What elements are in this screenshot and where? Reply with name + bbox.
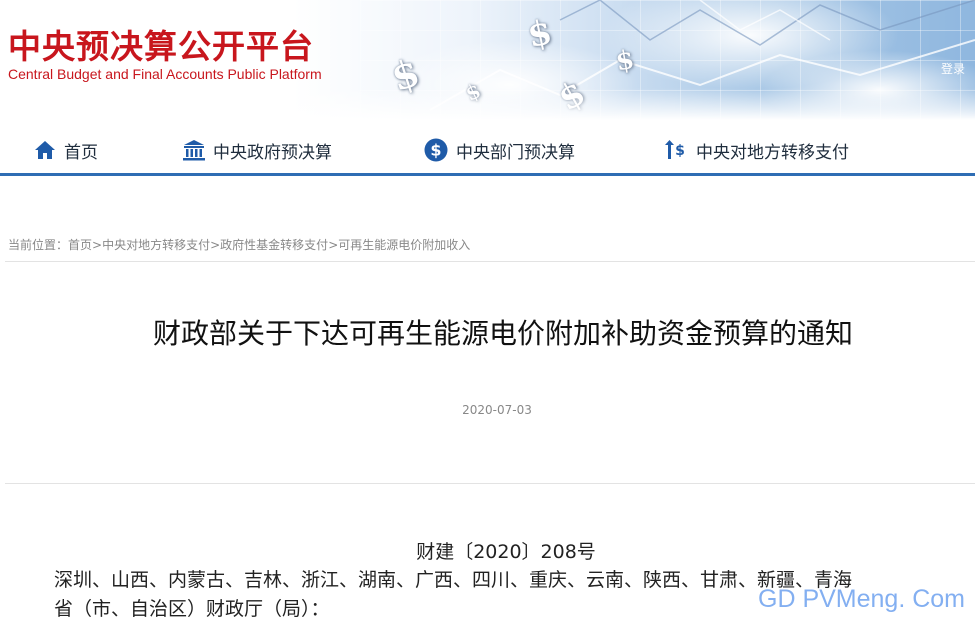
breadcrumb: 当前位置：首页>中央对地方转移支付>政府性基金转移支付>可再生能源电价附加收入 — [8, 236, 470, 253]
breadcrumb-separator: > — [92, 238, 103, 252]
breadcrumb-separator: > — [328, 238, 339, 252]
article-date: 2020-07-03 — [462, 403, 532, 417]
transfer-arrows-icon: $ — [665, 140, 685, 159]
login-link[interactable]: 登录 — [941, 60, 965, 77]
home-icon — [35, 141, 55, 159]
dollar-circle-icon: $ — [424, 138, 448, 162]
nav-item-central-department-budget[interactable]: $ 中央部门预决算 — [424, 127, 575, 173]
breadcrumb-prefix: 当前位置： — [8, 238, 69, 252]
svg-text:$: $ — [430, 141, 441, 160]
nav-divider — [0, 173, 975, 176]
document-number: 财建〔2020〕208号 — [416, 541, 596, 563]
site-logo-cn[interactable]: 中央预决算公开平台 — [8, 20, 314, 68]
nav-item-label: 中央政府预决算 — [213, 142, 332, 163]
site-logo-en: Central Budget and Final Accounts Public… — [8, 66, 322, 82]
nav-item-home[interactable]: 首页 — [34, 127, 98, 173]
breadcrumb-item-transfer-payments[interactable]: 中央对地方转移支付 — [102, 238, 210, 252]
breadcrumb-separator: > — [210, 238, 221, 252]
article-divider — [5, 483, 975, 484]
nav-item-label: 首页 — [64, 142, 98, 163]
nav-item-label: 中央对地方转移支付 — [696, 142, 849, 163]
government-building-icon — [183, 140, 205, 161]
breadcrumb-item-renewable-energy[interactable]: 可再生能源电价附加收入 — [338, 238, 470, 252]
article-title: 财政部关于下达可再生能源电价附加补助资金预算的通知 — [152, 317, 853, 350]
watermark: GD PVMeng. Com — [758, 585, 966, 613]
banner-fade — [0, 88, 975, 120]
breadcrumb-item-home[interactable]: 首页 — [68, 238, 92, 252]
site-banner: $ $ $ $ $ 中央预决算公开平台 Central Budget and F… — [0, 0, 975, 120]
main-nav: 首页 中央政府预决算 $ 中央部门预决算 $ 中央对地方转移支付 — [0, 127, 975, 173]
nav-item-label: 中央部门预决算 — [456, 142, 575, 163]
breadcrumb-divider — [5, 261, 975, 262]
nav-item-central-government-budget[interactable]: 中央政府预决算 — [183, 127, 332, 173]
nav-item-transfer-payments[interactable]: $ 中央对地方转移支付 — [664, 127, 849, 173]
breadcrumb-item-government-fund[interactable]: 政府性基金转移支付 — [220, 238, 328, 252]
